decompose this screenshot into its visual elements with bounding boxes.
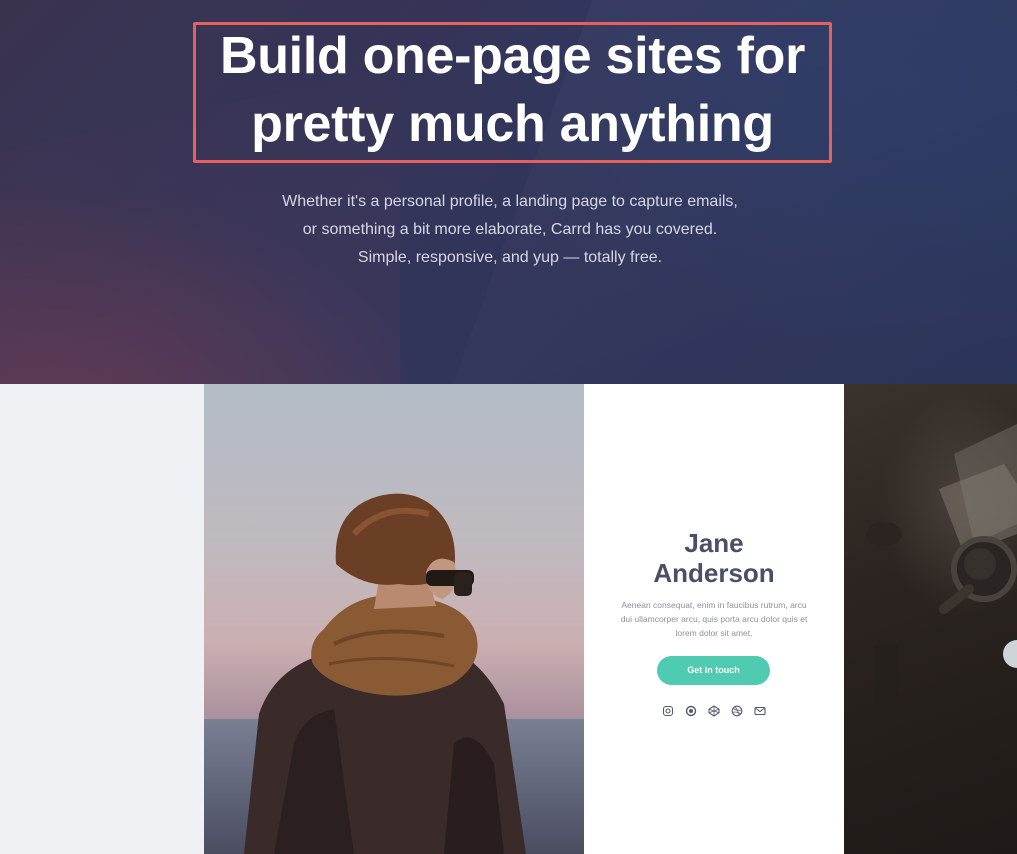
profile-name-line: Anderson	[653, 558, 775, 588]
codepen-icon[interactable]	[708, 704, 720, 717]
get-in-touch-button[interactable]: Get in touch	[657, 656, 770, 685]
circle-icon[interactable]	[685, 704, 697, 717]
profile-card: Jane Anderson Aenean consequat, enim in …	[584, 384, 844, 854]
hero-section: Build one-page sites for pretty much any…	[0, 0, 1017, 384]
dark-template-preview	[844, 384, 1017, 854]
hero-subtext: Whether it's a personal profile, a landi…	[200, 188, 820, 272]
template-preview-strip: Jane Anderson Aenean consequat, enim in …	[0, 384, 1017, 854]
hero-subtext-line: or something a bit more elaborate, Carrd…	[302, 221, 718, 238]
profile-name: Jane Anderson	[584, 528, 844, 588]
profile-description: Aenean consequat, enim in faucibus rutru…	[620, 600, 808, 638]
hero-headline: Build one-page sites for pretty much any…	[193, 22, 832, 158]
desk-objects-illustration	[866, 424, 1017, 704]
profile-photo	[204, 384, 584, 854]
person-illustration	[244, 493, 526, 854]
hero-headline-line: Build one-page sites for	[219, 27, 806, 85]
dribbble-icon[interactable]	[731, 704, 743, 717]
instagram-icon[interactable]	[662, 704, 674, 717]
profile-name-line: Jane	[684, 528, 744, 558]
hero-headline-line: pretty much anything	[251, 95, 774, 153]
email-icon[interactable]	[754, 704, 766, 716]
hero-subtext-line: Whether it's a personal profile, a landi…	[282, 193, 738, 210]
social-icons-row	[662, 704, 766, 718]
preview-left-panel	[0, 384, 204, 854]
hero-subtext-line: Simple, responsive, and yup — totally fr…	[357, 249, 663, 266]
